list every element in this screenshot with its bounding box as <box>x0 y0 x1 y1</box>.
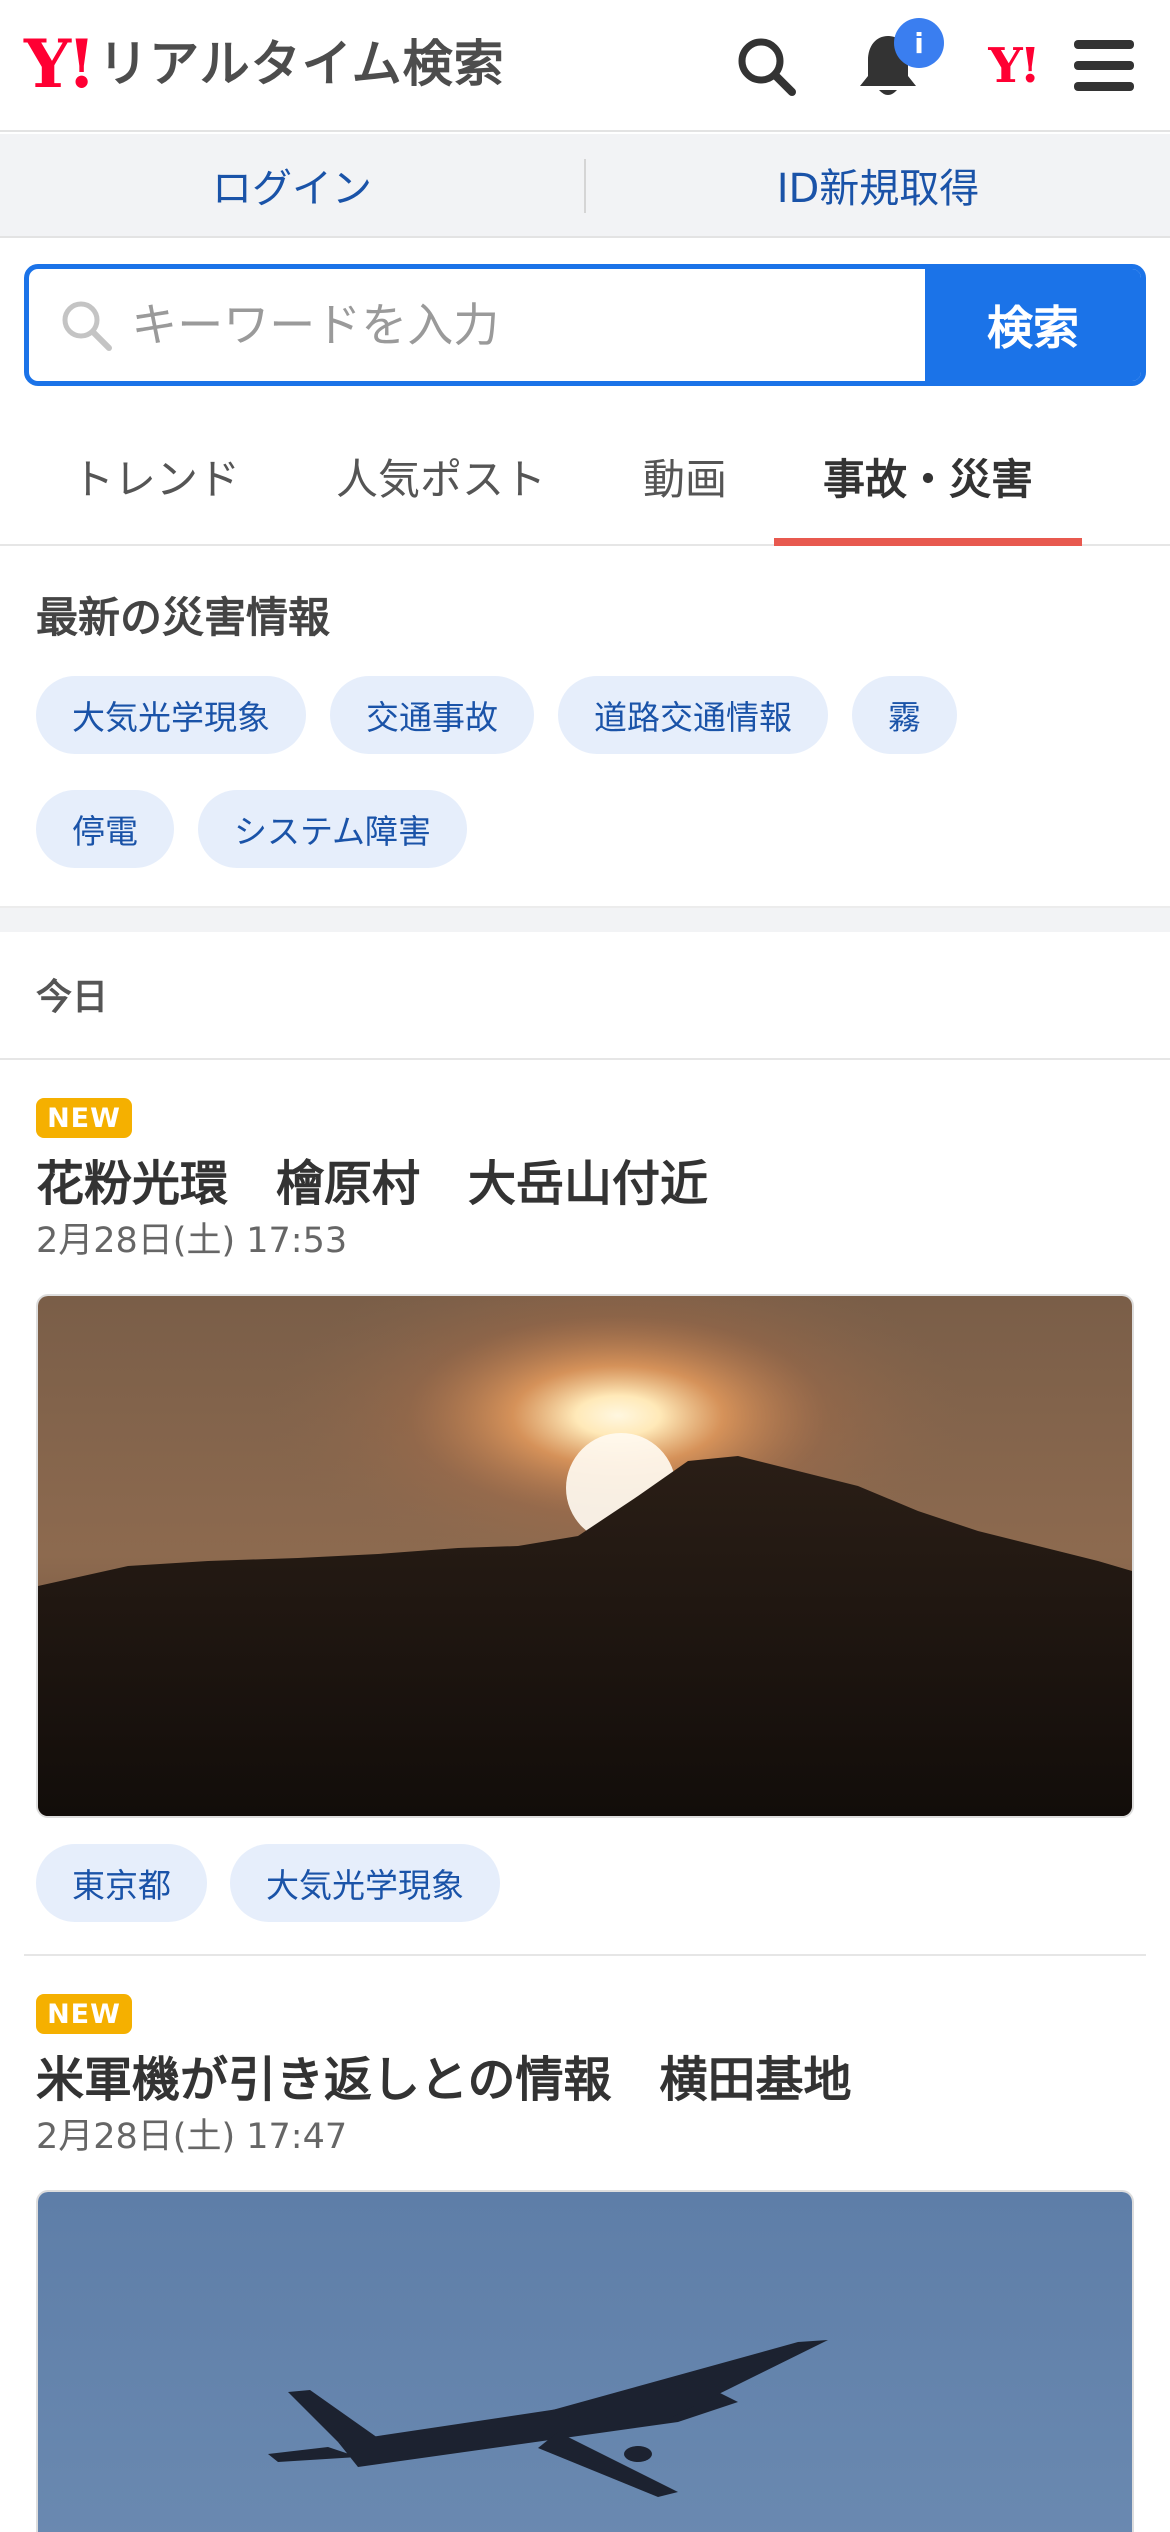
search-field <box>29 269 925 381</box>
logo-mark: Y! <box>24 25 96 103</box>
article-tag[interactable]: 東京都 <box>36 1844 207 1922</box>
sunset-image <box>38 1296 1132 1816</box>
search-field-icon <box>59 295 113 355</box>
article-photo-sunset[interactable] <box>36 1294 1134 1818</box>
disaster-chip[interactable]: 停電 <box>36 790 174 868</box>
app-header: Y! リアルタイム検索 i Y! <box>0 0 1170 132</box>
logo-text: リアルタイム検索 <box>98 35 505 93</box>
article-photo-aircraft[interactable] <box>36 2190 1134 2532</box>
search-button[interactable]: 検索 <box>925 269 1141 381</box>
notification-button[interactable]: i <box>852 18 944 102</box>
disaster-chip[interactable]: システム障害 <box>198 790 468 868</box>
tab-popular-posts[interactable]: 人気ポスト <box>312 406 570 546</box>
yahoo-japan-link[interactable]: Y! <box>968 30 1058 102</box>
article-time: 2月28日(土) 17:47 <box>36 2117 348 2157</box>
disaster-section-title: 最新の災害情報 <box>36 593 331 642</box>
disaster-chip[interactable]: 交通事故 <box>330 676 534 754</box>
article-tag[interactable]: 大気光学現象 <box>230 1844 500 1922</box>
search-bar: 検索 <box>24 264 1146 386</box>
aircraft-image <box>38 2192 1132 2532</box>
disaster-chip[interactable]: 道路交通情報 <box>558 676 828 754</box>
article-title[interactable]: 米軍機が引き返しとの情報 横田基地 <box>36 2040 852 2110</box>
page: Y! リアルタイム検索 i Y! ログイン ID新規取得 キーワードを入力 検索… <box>0 0 1170 2532</box>
feed-divider <box>0 1058 1170 1060</box>
tab-bar: トレンド 人気ポスト 動画 事故・災害 <box>0 406 1170 546</box>
menu-icon[interactable] <box>1068 30 1140 102</box>
search-icon[interactable] <box>730 30 802 102</box>
search-input[interactable] <box>113 298 925 352</box>
tab-trend[interactable]: トレンド <box>36 406 276 546</box>
new-badge: NEW <box>36 1098 132 1138</box>
article-title[interactable]: 花粉光環 檜原村 大岳山付近 <box>36 1144 708 1214</box>
auth-bar: ログイン ID新規取得 <box>0 134 1170 238</box>
tab-video[interactable]: 動画 <box>610 406 760 546</box>
signup-link[interactable]: ID新規取得 <box>586 134 1170 236</box>
tab-accident-disaster[interactable]: 事故・災害 <box>774 406 1082 546</box>
logo[interactable]: Y! リアルタイム検索 <box>24 25 505 103</box>
login-link[interactable]: ログイン <box>0 134 584 236</box>
yahoo-mark: Y! <box>988 38 1040 94</box>
disaster-chip[interactable]: 霧 <box>852 676 957 754</box>
notification-badge: i <box>894 18 944 68</box>
disaster-chip[interactable]: 大気光学現象 <box>36 676 306 754</box>
day-label: 今日 <box>36 977 109 1018</box>
new-badge: NEW <box>36 1994 132 2034</box>
article-divider <box>24 1954 1146 1956</box>
section-divider <box>0 906 1170 932</box>
article-time: 2月28日(土) 17:53 <box>36 1221 348 1261</box>
